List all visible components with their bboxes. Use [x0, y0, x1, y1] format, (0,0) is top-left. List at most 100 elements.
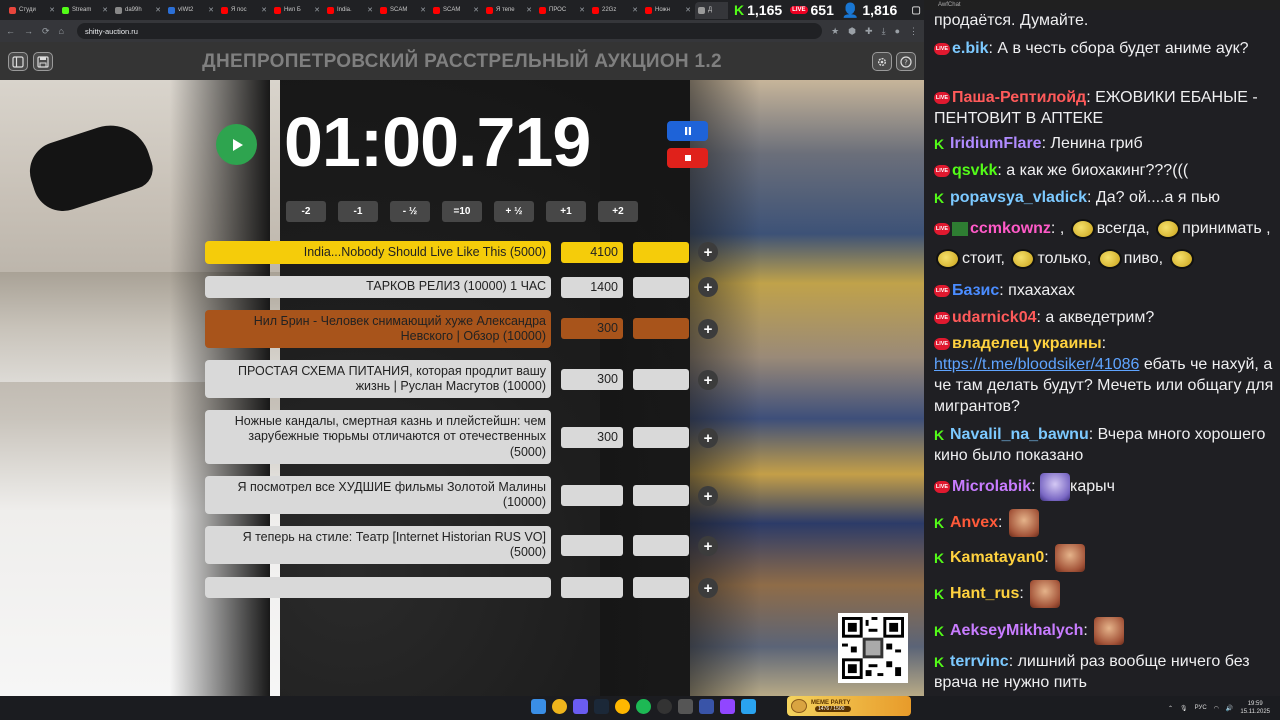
telegram-icon[interactable]: [741, 699, 756, 714]
chat-nick[interactable]: udarnick04: [952, 309, 1036, 326]
time-set-10-button[interactable]: =10: [442, 201, 482, 222]
lot-addition-input[interactable]: [633, 577, 689, 598]
browser-tab[interactable]: 22Gz ✕: [589, 2, 641, 19]
bookmark-star-icon[interactable]: ★: [831, 26, 839, 37]
lot-name-field[interactable]: India...Nobody Should Live Like This (50…: [205, 241, 551, 264]
steam-icon[interactable]: [594, 699, 609, 714]
browser-tab[interactable]: Студи ✕: [6, 2, 58, 19]
wifi-icon[interactable]: ◠: [1214, 705, 1219, 712]
close-icon[interactable]: ✕: [632, 6, 638, 14]
chat-nick[interactable]: Hant_rus: [950, 585, 1019, 602]
lot-name-field[interactable]: ТАРКОВ РЕЛИЗ (10000) 1 ЧАС: [205, 276, 551, 298]
spotify-icon[interactable]: [636, 699, 651, 714]
home-icon[interactable]: ⌂: [59, 26, 64, 36]
lot-amount-field[interactable]: 1400: [561, 277, 623, 298]
lot-addition-input[interactable]: [633, 535, 689, 556]
time-plus-half-button[interactable]: + ½: [494, 201, 534, 222]
chat-nick[interactable]: Паша-Рептилойд: [952, 89, 1086, 106]
forward-icon[interactable]: →: [24, 26, 33, 36]
add-amount-button[interactable]: +: [698, 319, 718, 339]
maximize-icon[interactable]: ▢: [911, 5, 920, 16]
menu-icon[interactable]: ⋮: [909, 26, 918, 37]
lot-addition-input[interactable]: [633, 318, 689, 339]
discord-icon[interactable]: [573, 699, 588, 714]
chat-nick[interactable]: AekseyMikhalych: [950, 622, 1083, 639]
folder-icon[interactable]: [615, 699, 630, 714]
lot-addition-input[interactable]: [633, 485, 689, 506]
lot-name-field[interactable]: Нил Брин - Человек снимающий хуже Алекса…: [205, 310, 551, 348]
chat-nick[interactable]: popavsya_vladick: [950, 189, 1087, 206]
time-plus-2-button[interactable]: +2: [598, 201, 638, 222]
chat-nick[interactable]: Базис: [952, 282, 999, 299]
close-icon[interactable]: ✕: [49, 6, 55, 14]
mic-icon[interactable]: 🎙: [1180, 705, 1188, 712]
chat-nick[interactable]: ccmkownz: [970, 220, 1051, 237]
add-amount-button[interactable]: +: [698, 428, 718, 448]
app-icon[interactable]: [720, 699, 735, 714]
chrome-icon[interactable]: [552, 699, 567, 714]
close-icon[interactable]: ✕: [685, 6, 691, 14]
lot-addition-input[interactable]: [633, 427, 689, 448]
chat-nick[interactable]: e.bik: [952, 40, 988, 57]
url-field[interactable]: shitty-auction.ru: [76, 23, 823, 39]
lot-name-field[interactable]: Я посмотрел все ХУДШИЕ фильмы Золотой Ма…: [205, 476, 551, 514]
lot-name-field[interactable]: Ножные кандалы, смертная казнь и плейсте…: [205, 410, 551, 464]
puzzle-icon[interactable]: ✚: [865, 26, 873, 37]
browser-tab[interactable]: Я пос ✕: [218, 2, 270, 19]
add-amount-button[interactable]: +: [698, 486, 718, 506]
clock[interactable]: 19:59 15.11.2025: [1240, 700, 1270, 716]
chat-nick[interactable]: qsvkk: [952, 162, 997, 179]
chat-nick[interactable]: владелец украины: [952, 335, 1102, 352]
close-icon[interactable]: ✕: [367, 6, 373, 14]
stop-button[interactable]: [667, 148, 708, 168]
lot-name-field[interactable]: ПРОСТАЯ СХЕМА ПИТАНИЯ, которая продлит в…: [205, 360, 551, 398]
add-amount-button[interactable]: +: [698, 536, 718, 556]
volume-icon[interactable]: 🔊: [1226, 705, 1233, 712]
browser-tab[interactable]: Нил Б ✕: [271, 2, 323, 19]
close-icon[interactable]: ✕: [526, 6, 532, 14]
chat-nick[interactable]: Kamatayan0: [950, 549, 1044, 566]
add-amount-button[interactable]: +: [698, 277, 718, 297]
profile-icon[interactable]: ●: [895, 26, 900, 37]
chat-nick[interactable]: IridiumFlare: [950, 135, 1042, 152]
pause-button[interactable]: [667, 121, 708, 141]
close-icon[interactable]: ✕: [102, 6, 108, 14]
play-button[interactable]: [216, 124, 257, 165]
time-plus-1-button[interactable]: +1: [546, 201, 586, 222]
lot-amount-field[interactable]: [561, 535, 623, 556]
lot-addition-input[interactable]: [633, 242, 689, 263]
time-minus-half-button[interactable]: - ½: [390, 201, 430, 222]
lot-addition-input[interactable]: [633, 277, 689, 298]
chevron-up-icon[interactable]: ⌃: [1168, 705, 1173, 712]
obs-icon[interactable]: [657, 699, 672, 714]
reload-icon[interactable]: ⟳: [42, 26, 50, 37]
browser-tab[interactable]: Stream ✕: [59, 2, 111, 19]
lot-amount-field[interactable]: 4100: [561, 242, 623, 263]
browser-tab[interactable]: SCAM ✕: [377, 2, 429, 19]
app-icon[interactable]: [699, 699, 714, 714]
close-icon[interactable]: ✕: [155, 6, 161, 14]
browser-tab[interactable]: da99h ✕: [112, 2, 164, 19]
settings-button[interactable]: [872, 52, 892, 71]
browser-tab[interactable]: ПРОС ✕: [536, 2, 588, 19]
time-minus-2-button[interactable]: -2: [286, 201, 326, 222]
lot-name-field[interactable]: Я теперь на стиле: Театр [Internet Histo…: [205, 526, 551, 564]
lot-amount-field[interactable]: 300: [561, 427, 623, 448]
browser-tab[interactable]: Ножн ✕: [642, 2, 694, 19]
add-amount-button[interactable]: +: [698, 242, 718, 262]
chat-nick[interactable]: Anvex: [950, 514, 998, 531]
lot-amount-field[interactable]: [561, 485, 623, 506]
lot-name-field[interactable]: [205, 577, 551, 598]
download-icon[interactable]: ⤓: [882, 26, 886, 37]
browser-tab[interactable]: vIWt2 ✕: [165, 2, 217, 19]
chat-link[interactable]: https://t.me/bloodsiker/41086: [934, 356, 1139, 373]
close-icon[interactable]: ✕: [208, 6, 214, 14]
time-minus-1-button[interactable]: -1: [338, 201, 378, 222]
lot-amount-field[interactable]: 300: [561, 369, 623, 390]
lot-amount-field[interactable]: [561, 577, 623, 598]
add-amount-button[interactable]: +: [698, 370, 718, 390]
chat-nick[interactable]: Microlabik: [952, 478, 1031, 495]
back-icon[interactable]: ←: [6, 26, 15, 36]
browser-tab[interactable]: India. ✕: [324, 2, 376, 19]
add-amount-button[interactable]: +: [698, 578, 718, 598]
